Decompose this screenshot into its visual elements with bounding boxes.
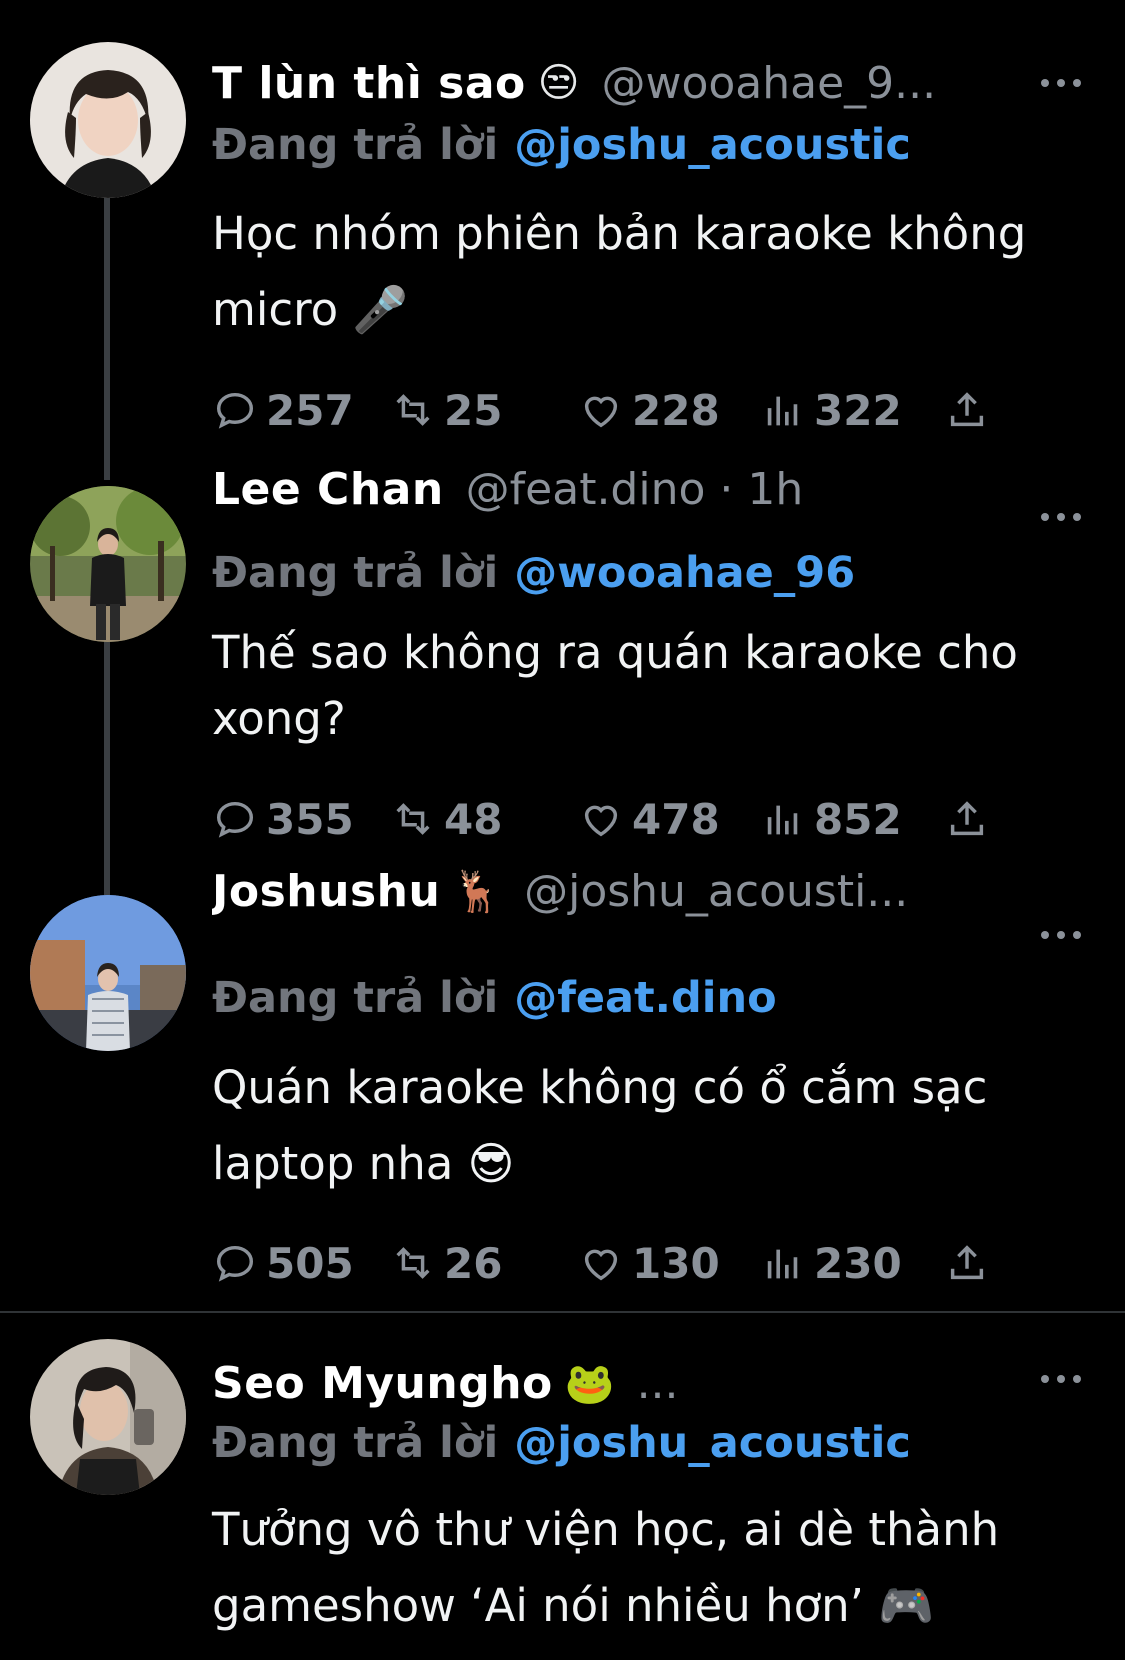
- retweet-count: 25: [444, 385, 503, 435]
- heart-icon: [584, 396, 618, 428]
- tweet-text: Thế sao không ra quán karaoke cho xong?: [212, 626, 1018, 745]
- share-button[interactable]: [944, 1240, 990, 1286]
- reply-prefix: Đang trả lời: [212, 973, 499, 1023]
- reply-count: 355: [266, 794, 354, 844]
- more-icon[interactable]: [1041, 510, 1081, 524]
- retweet-count: 26: [444, 1238, 503, 1288]
- more-icon[interactable]: [1041, 76, 1081, 90]
- retweet-icon: [396, 394, 430, 426]
- view-count: 230: [814, 1238, 902, 1288]
- share-icon: [950, 1245, 984, 1280]
- views-icon: [767, 1249, 798, 1279]
- comment-icon: [216, 1245, 254, 1282]
- views-icon: [767, 805, 798, 835]
- avatar[interactable]: [30, 1339, 186, 1495]
- user-handle[interactable]: @feat.dino · 1h: [466, 464, 804, 515]
- avatar[interactable]: [30, 895, 186, 1051]
- thread-line: [104, 190, 110, 480]
- replying-to: Đang trả lời @joshu_acoustic: [212, 120, 911, 184]
- tweet-header: T lùn thì sao 😒 @wooahae_9...: [212, 48, 1025, 118]
- reply-to-handle[interactable]: @feat.dino: [514, 973, 776, 1023]
- replying-to: Đang trả lời @feat.dino: [212, 973, 777, 1037]
- action-bar: 355 48 478 852: [212, 789, 1012, 849]
- share-button[interactable]: [944, 387, 990, 433]
- name-emoji: 😒: [537, 60, 580, 106]
- like-button[interactable]: 228: [578, 386, 720, 435]
- retweet-button[interactable]: 48: [390, 795, 502, 844]
- display-name[interactable]: Seo Myungho: [212, 1358, 553, 1409]
- action-bar: 257 25 228 322: [212, 380, 1012, 440]
- reply-prefix: Đang trả lời: [212, 548, 499, 598]
- view-count: 852: [814, 794, 902, 844]
- views-button[interactable]: 852: [760, 795, 902, 844]
- like-count: 228: [632, 385, 720, 435]
- share-icon: [950, 801, 984, 836]
- like-count: 130: [632, 1238, 720, 1288]
- retweet-count: 48: [444, 794, 503, 844]
- tweet-header: Joshushu 🦌 @joshu_acousti...: [212, 856, 1025, 926]
- like-button[interactable]: 478: [578, 795, 720, 844]
- avatar-image: [30, 1339, 186, 1495]
- comment-icon: [216, 801, 254, 838]
- tweet-text: Học nhóm phiên bản karaoke không micro 🎤: [212, 207, 1027, 336]
- replying-to: Đang trả lời @wooahae_96: [212, 548, 855, 612]
- retweet-icon: [396, 803, 430, 835]
- share-button[interactable]: [944, 796, 990, 842]
- tweet-text: Quán karaoke không có ổ cắm sạc laptop n…: [212, 1061, 988, 1190]
- reply-prefix: Đang trả lời: [212, 120, 499, 170]
- tweet-header: Lee Chan @feat.dino · 1h: [212, 454, 1025, 524]
- share-icon: [950, 392, 984, 427]
- name-emoji: 🦌: [452, 868, 503, 915]
- avatar-image: [30, 42, 186, 198]
- thread-line: [104, 640, 110, 895]
- like-button[interactable]: 130: [578, 1239, 720, 1288]
- reply-button[interactable]: 355: [212, 795, 354, 844]
- avatar-image: [30, 895, 186, 1051]
- action-bar: 505 26 130 230: [212, 1233, 1012, 1293]
- reply-prefix: Đang trả lời: [212, 1418, 499, 1468]
- avatar-image: [30, 486, 186, 642]
- avatar[interactable]: [30, 486, 186, 642]
- tweet-text: Tưởng vô thư viện học, ai dè thành games…: [212, 1503, 1000, 1632]
- reply-button[interactable]: 257: [212, 386, 354, 435]
- tweet-header: Seo Myungho 🐸 ...: [212, 1348, 1025, 1418]
- views-button[interactable]: 230: [760, 1239, 902, 1288]
- replying-to: Đang trả lời @joshu_acoustic: [212, 1418, 911, 1482]
- display-name[interactable]: Joshushu: [212, 866, 440, 917]
- name-emoji: 🐸: [564, 1360, 615, 1407]
- like-count: 478: [632, 794, 720, 844]
- reply-count: 257: [266, 385, 354, 435]
- more-icon[interactable]: [1041, 928, 1081, 942]
- reply-to-handle[interactable]: @joshu_acoustic: [514, 1418, 911, 1468]
- retweet-button[interactable]: 25: [390, 386, 502, 435]
- reply-to-handle[interactable]: @wooahae_96: [514, 548, 855, 598]
- comment-icon: [216, 392, 254, 429]
- user-handle[interactable]: @joshu_acousti...: [524, 866, 908, 917]
- reply-count: 505: [266, 1238, 354, 1288]
- display-name[interactable]: T lùn thì sao: [212, 58, 526, 109]
- retweet-button[interactable]: 26: [390, 1239, 502, 1288]
- user-handle[interactable]: ...: [637, 1358, 679, 1409]
- retweet-icon: [396, 1247, 430, 1279]
- reply-button[interactable]: 505: [212, 1239, 354, 1288]
- heart-icon: [584, 805, 618, 837]
- more-icon[interactable]: [1041, 1372, 1081, 1386]
- reply-to-handle[interactable]: @joshu_acoustic: [514, 120, 911, 170]
- view-count: 322: [814, 385, 902, 435]
- display-name[interactable]: Lee Chan: [212, 464, 444, 515]
- heart-icon: [584, 1249, 618, 1281]
- views-icon: [767, 396, 798, 426]
- avatar[interactable]: [30, 42, 186, 198]
- views-button[interactable]: 322: [760, 386, 902, 435]
- user-handle[interactable]: @wooahae_9...: [601, 58, 936, 109]
- divider: [0, 1311, 1125, 1313]
